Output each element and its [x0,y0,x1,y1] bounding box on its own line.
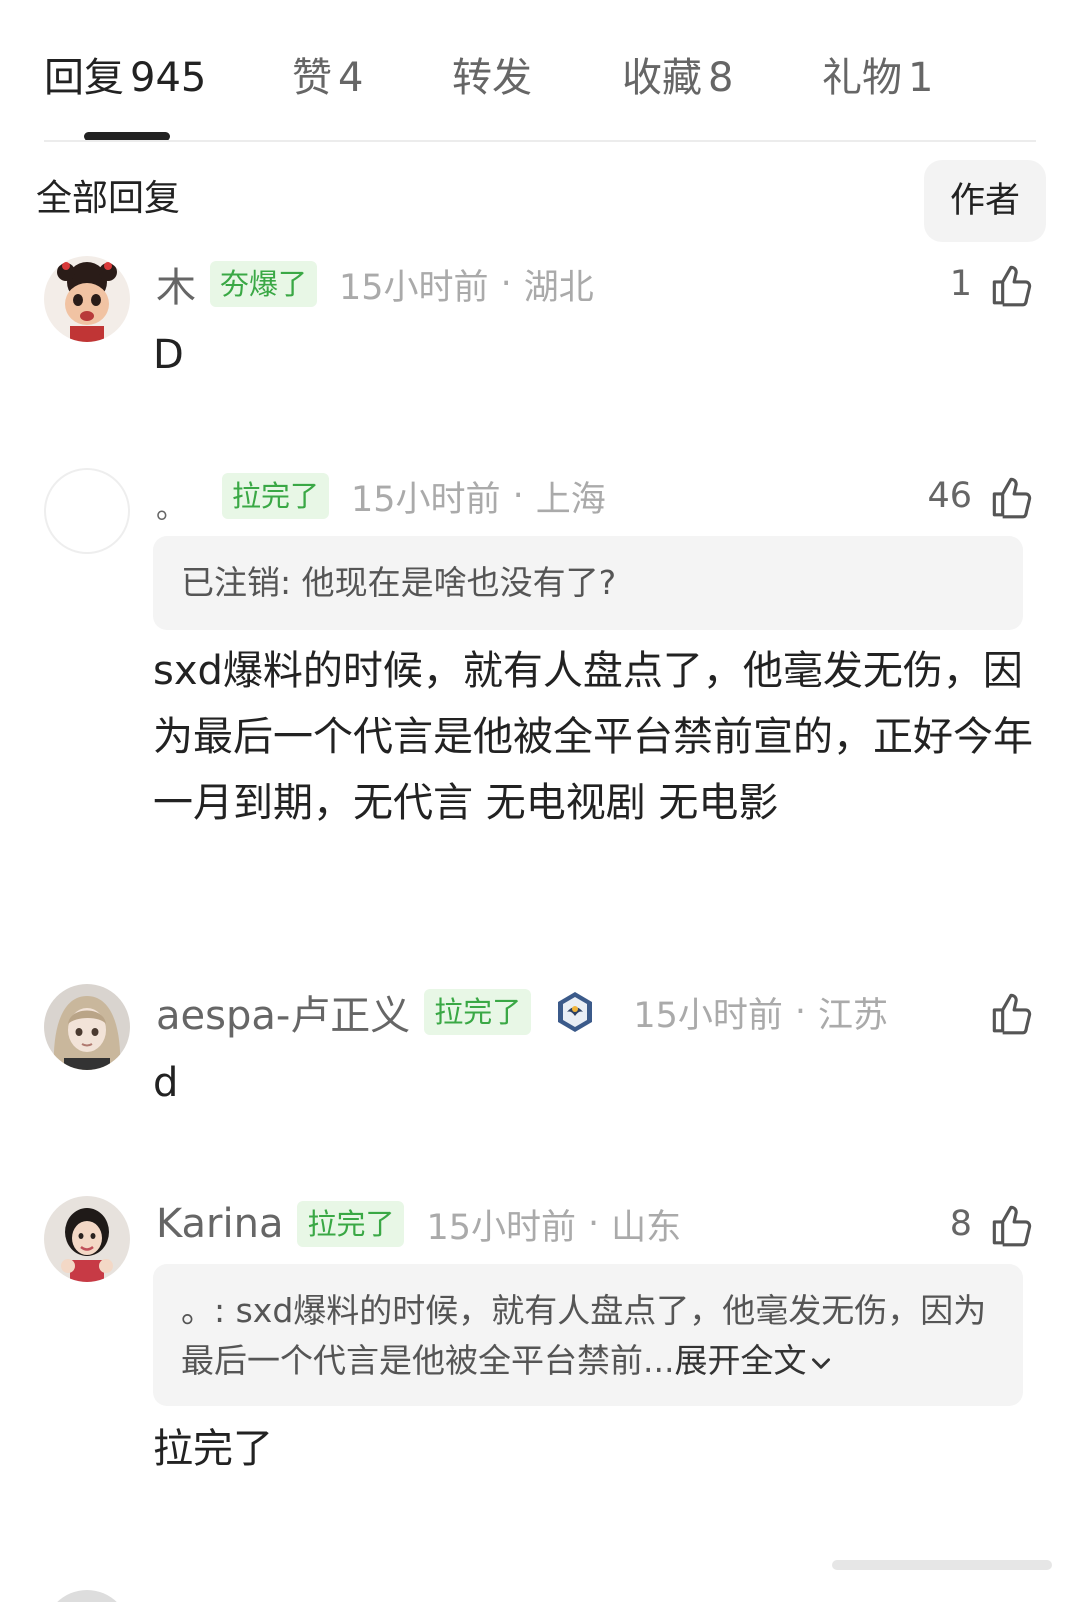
tab-count: 1 [908,55,934,101]
like-count: 8 [949,1204,972,1244]
thumbs-up-icon [992,265,1032,307]
tab-label: 回复 [44,55,124,101]
like-count: 46 [927,476,972,516]
thumbs-up-icon [992,993,1032,1035]
tab-replies[interactable]: 回复 945 [44,52,206,104]
eagle-medal-icon [558,992,593,1032]
tab-count: 4 [338,55,364,101]
rating-badge: 夯爆了 [210,261,318,307]
photo-avatar[interactable] [44,1196,130,1282]
quoted-reply[interactable]: 。: sxd爆料的时候，就有人盘点了，他毫发无伤，因为最后一个代言是他被全平台禁… [153,1264,1023,1406]
like-count: 1 [949,264,972,304]
comment-text: d [153,1060,179,1106]
tab-bar: 回复 945 赞4 转发 收藏 8 礼物 1 [0,0,1080,142]
avatar-image [44,256,130,342]
all-replies-title: 全部回复 [36,178,181,219]
avatar-image [44,984,130,1070]
comment-item: Karina 拉完了 15小时前 · 山东 8 。: sxd爆料的时候，就有人盘… [0,1194,1080,1524]
tabs-divider [44,140,1036,142]
meta-separator: · [588,1204,600,1244]
meta-separator: · [512,476,524,516]
comment-meta: 。 拉完了 15小时前 · 上海 [156,468,606,527]
rating-badge: 拉完了 [424,989,532,1035]
location: 山东 [611,1207,682,1248]
comment-text: sxd爆料的时候，就有人盘点了，他毫发无伤，因为最后一个代言是他被全平台禁前宣的… [153,648,1033,826]
reply-filter-bar: 全部回复 作者 [0,158,1080,244]
quoted-reply[interactable]: 已注销: 他现在是啥也没有了? [153,536,1023,630]
tab-count: 8 [708,55,734,101]
tab-label: 赞 [292,55,332,101]
tab-gifts[interactable]: 礼物 1 [822,52,933,104]
location: 江苏 [818,995,889,1036]
location: 湖北 [523,267,594,308]
username[interactable]: 。 [156,483,186,527]
anime-girl-avatar[interactable] [44,984,130,1070]
comment-meta: Karina 拉完了 15小时前 · 山东 [156,1196,681,1252]
timestamp: 15小时前 [351,479,501,520]
meta-separator: · [500,264,512,304]
rating-badge: 拉完了 [222,473,330,519]
tab-favorites[interactable]: 收藏 8 [622,52,733,104]
tab-count: 945 [130,55,207,101]
thumbs-up-icon [992,477,1032,519]
like-button[interactable]: 46 [927,468,1036,524]
like-button[interactable] [972,984,1036,1040]
like-button[interactable]: 8 [950,1196,1036,1252]
username[interactable]: Karina [156,1201,283,1247]
username[interactable]: aespa-卢正义 [156,983,410,1041]
tab-label: 收藏 [622,55,702,101]
comment-meta: 木 夯爆了 15小时前 · 湖北 [156,256,594,312]
username[interactable]: 木 [156,255,196,313]
tab-reposts[interactable]: 转发 [452,52,532,104]
chevron-down-icon [812,1357,831,1369]
expand-label: 展开全文 [674,1341,807,1380]
expand-full-text-link[interactable]: 展开全文 [674,1341,834,1380]
scroll-indicator [832,1560,1052,1570]
comment-item: aespa-卢正义 拉完了 15小时前 · 江苏 d [0,982,1080,1142]
comment-text: D [153,332,184,378]
timestamp: 15小时前 [339,267,489,308]
timestamp: 15小时前 [633,995,783,1036]
timestamp: 15小时前 [426,1207,577,1248]
thumbs-up-icon [992,1205,1032,1247]
location: 上海 [535,479,606,520]
author-filter-button[interactable]: 作者 [924,160,1046,242]
comment-item: 木 夯爆了 15小时前 · 湖北 1 D [0,254,1080,424]
rating-badge: 拉完了 [297,1201,405,1247]
comment-text: 拉完了 [153,1426,273,1472]
quoted-reply-text: 。: sxd爆料的时候，就有人盘点了，他毫发无伤，因为最后一个代言是他被全平台禁… [181,1291,987,1380]
next-comment-avatar[interactable] [44,1590,130,1602]
tab-label: 转发 [452,55,532,101]
tab-label: 礼物 [822,55,902,101]
cartoon-girl-avatar[interactable] [44,256,130,342]
blank-avatar[interactable] [44,468,130,554]
meta-separator: · [794,992,806,1032]
tab-likes[interactable]: 赞4 [292,52,363,104]
like-button[interactable]: 1 [950,256,1036,312]
avatar-image [44,1196,130,1282]
comment-item: 。 拉完了 15小时前 · 上海 46 已注销: 他现在是啥也没有了? sxd爆… [0,466,1080,906]
comment-meta: aespa-卢正义 拉完了 15小时前 · 江苏 [156,984,888,1040]
